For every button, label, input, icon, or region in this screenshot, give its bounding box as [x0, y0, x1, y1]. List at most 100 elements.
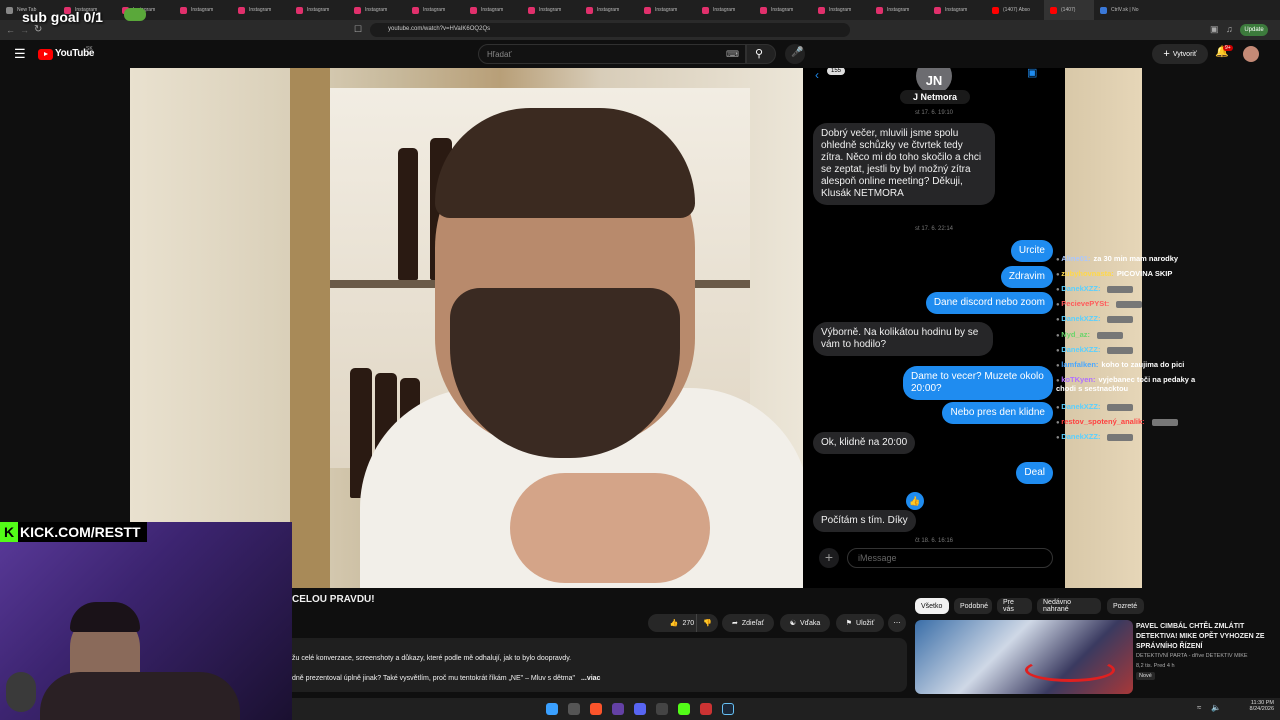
tab-favicon-icon	[644, 6, 651, 14]
browser-tab[interactable]: CtrlV.sk | No	[1094, 0, 1152, 20]
bookmark-icon[interactable]: ☐	[354, 24, 362, 35]
reload-icon[interactable]: ↻	[34, 24, 42, 35]
avatar[interactable]	[1243, 46, 1259, 62]
browser-tab[interactable]: Instagram	[348, 0, 406, 20]
task-view-icon[interactable]	[568, 703, 580, 715]
filter-chip[interactable]: Podobné	[954, 598, 992, 614]
tab-favicon-icon	[992, 6, 999, 14]
kick-logo-icon: K	[0, 522, 18, 542]
extensions-icon[interactable]: ▣	[1210, 24, 1219, 35]
more-actions-button[interactable]: ⋯	[888, 614, 906, 632]
tab-favicon-icon	[528, 6, 535, 14]
browser-tab[interactable]: Instagram	[696, 0, 754, 20]
tab-label: Instagram	[945, 7, 968, 13]
share-button[interactable]: ➦ Zdieľať	[722, 614, 774, 632]
video-description[interactable]: žu celé konverzace, screenshoty a důkazy…	[292, 638, 907, 692]
brave-browser-icon[interactable]	[590, 703, 602, 715]
recommended-thumbnail[interactable]	[915, 620, 1133, 694]
browser-tab-strip: New Tab Instagram Instagram Instagram Instag…	[0, 0, 1280, 20]
url-field[interactable]: youtube.com/watch?v=HVaIK6OQ2Qs	[370, 23, 850, 37]
browser-tab[interactable]: Instagram	[406, 0, 464, 20]
update-button[interactable]: Update	[1240, 24, 1268, 36]
browser-tab[interactable]: Instagram	[580, 0, 638, 20]
filter-chip[interactable]: Všetko	[915, 598, 949, 614]
video-player[interactable]: ‹ 155 JN ▣ J Netmora st 17. 6. 19:10 Dobr…	[130, 68, 1142, 588]
browser-tab[interactable]: (1407) Abso	[986, 0, 1044, 20]
streamer-shirt	[40, 672, 240, 720]
recommended-title[interactable]: PAVEL CIMBÁL CHTĚL ZMLÁTIT DETEKTIVA! MI…	[1136, 622, 1276, 652]
browser-tab[interactable]: Instagram	[232, 0, 290, 20]
chat-username: restov_spotený_analik:	[1061, 417, 1145, 426]
browser-tab[interactable]: Instagram	[174, 0, 232, 20]
play-icon	[44, 52, 48, 56]
like-count: 270	[682, 619, 695, 627]
video-info-area: CELOU PRAVDU! 👍 270 👎 ➦ Zdieľať ☯ Vďaka …	[292, 588, 1280, 698]
chat-username: Aline01:	[1061, 254, 1091, 263]
chat-emote-icon	[1097, 331, 1124, 339]
tab-label: Instagram	[365, 7, 388, 13]
save-button[interactable]: ⚑ Uložiť	[836, 614, 884, 632]
streamer-hair	[70, 602, 140, 632]
browser-tab[interactable]: Instagram	[638, 0, 696, 20]
filter-chip[interactable]: Pozreté	[1107, 598, 1144, 614]
windows-start-icon[interactable]	[546, 703, 558, 715]
thanks-icon: ☯	[789, 620, 796, 627]
browser-tab[interactable]: (1407)	[1044, 0, 1094, 20]
live-chat-message: ● DanekXZZ:	[1056, 314, 1134, 323]
outgoing-message-bubble: Nebo pres den klidne	[942, 402, 1053, 424]
kick-channel-banner: K KICK.COM/RESTT	[0, 522, 147, 542]
browser-tab[interactable]: Instagram	[812, 0, 870, 20]
music-icon[interactable]: ♫	[1226, 24, 1233, 34]
search-button[interactable]: ⚲	[746, 44, 776, 64]
contact-name: J Netmora	[900, 90, 970, 104]
tab-label: Instagram	[887, 7, 910, 13]
kick-channel-label: KICK.COM/RESTT	[20, 524, 141, 540]
menu-icon[interactable]: ☰	[14, 46, 26, 62]
imessage-input: iMessage	[847, 548, 1053, 568]
recommended-channel[interactable]: DETEKTIVNÍ PARTA - dříve DETEKTIV MIKE	[1136, 653, 1248, 659]
search-input[interactable]: Hľadať ⌨	[478, 44, 746, 64]
browser-tab[interactable]: Instagram	[928, 0, 986, 20]
twitch-icon[interactable]	[612, 703, 624, 715]
live-chat-message: ● DanekXZZ:	[1056, 284, 1134, 293]
description-line: žu celé konverzace, screenshoty a důkazy…	[292, 655, 572, 662]
obs-icon[interactable]	[656, 703, 668, 715]
steam-icon[interactable]	[722, 703, 734, 715]
browser-tab[interactable]: Instagram	[290, 0, 348, 20]
browser-tab[interactable]: Instagram	[522, 0, 580, 20]
filter-chip[interactable]: Nedávno nahrané	[1037, 598, 1101, 614]
clock[interactable]: 11:30 PM 8/24/2026	[1240, 700, 1274, 712]
thumbs-down-icon: 👎	[703, 620, 712, 627]
recommended-meta: 8,2 tis. Pred 4 h	[1136, 663, 1175, 669]
browser-tab[interactable]: Instagram	[754, 0, 812, 20]
chat-emote-icon	[1107, 403, 1134, 411]
browser-tab[interactable]: Instagram	[464, 0, 522, 20]
voice-search-button[interactable]: 🎤	[785, 44, 805, 64]
dislike-button[interactable]: 👎	[696, 614, 718, 632]
show-more-link[interactable]: ...viac	[581, 675, 600, 682]
description-text: dně prezentoval úplně jinak? Také vysvět…	[292, 675, 576, 682]
chat-emote-icon	[1116, 300, 1143, 308]
back-chevron-icon: ‹	[815, 68, 819, 82]
forward-icon[interactable]: →	[20, 25, 29, 35]
browser-tab[interactable]: Instagram	[870, 0, 928, 20]
thanks-button[interactable]: ☯ Vďaka	[780, 614, 830, 632]
youtube-logo-icon[interactable]	[38, 49, 53, 60]
save-label: Uložiť	[856, 619, 875, 627]
back-icon[interactable]: ←	[6, 25, 15, 35]
wifi-icon[interactable]: ≈	[1197, 703, 1201, 712]
live-chat-message: ● PecievePYSt:	[1056, 299, 1143, 308]
chat-username: lamfalken:	[1061, 360, 1099, 369]
keyboard-icon[interactable]: ⌨	[726, 49, 739, 60]
kick-app-icon[interactable]	[678, 703, 690, 715]
chat-emote-icon	[1107, 433, 1134, 441]
volume-icon[interactable]: 🔈	[1211, 703, 1221, 712]
app-icon[interactable]	[700, 703, 712, 715]
live-chat-message: ● restov_spotený_analik:	[1056, 417, 1178, 426]
filter-chip[interactable]: Pre vás	[997, 598, 1032, 614]
discord-icon[interactable]	[634, 703, 646, 715]
tab-favicon-icon	[876, 6, 883, 14]
tab-favicon-icon	[6, 6, 13, 14]
chat-message-text: koho to zaujima do pici	[1101, 360, 1185, 369]
create-button[interactable]: + Vytvoriť	[1152, 44, 1208, 64]
